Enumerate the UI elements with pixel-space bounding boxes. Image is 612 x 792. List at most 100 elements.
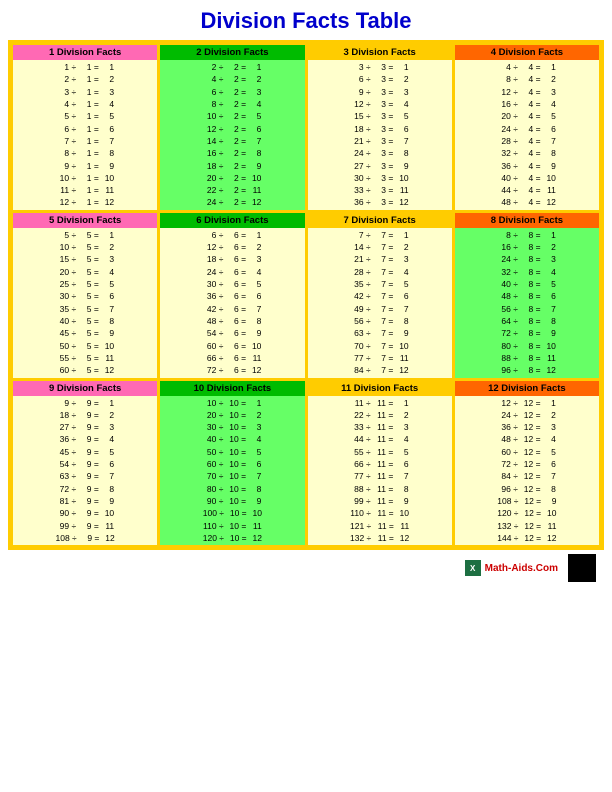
table-row: 48 ÷ 6 = 8	[162, 315, 302, 327]
table-row: 108 ÷ 9 = 12	[15, 532, 155, 544]
table-row: 25 ÷ 5 = 5	[15, 278, 155, 290]
section-body-s7: 7 ÷ 7 = 114 ÷ 7 = 221 ÷ 7 = 328 ÷ 7 = 43…	[308, 228, 452, 378]
section-s4: 4 Division Facts4 ÷ 4 = 18 ÷ 4 = 212 ÷ 4…	[455, 45, 599, 210]
table-row: 120 ÷ 10 = 12	[162, 532, 302, 544]
table-row: 77 ÷ 11 = 7	[310, 470, 450, 482]
table-row: 10 ÷ 5 = 2	[15, 241, 155, 253]
table-row: 54 ÷ 6 = 9	[162, 327, 302, 339]
table-row: 18 ÷ 2 = 9	[162, 160, 302, 172]
section-body-s12: 12 ÷ 12 = 124 ÷ 12 = 236 ÷ 12 = 348 ÷ 12…	[455, 396, 599, 546]
table-row: 30 ÷ 10 = 3	[162, 421, 302, 433]
table-row: 63 ÷ 7 = 9	[310, 327, 450, 339]
table-row: 132 ÷ 12 = 11	[457, 520, 597, 532]
table-row: 24 ÷ 6 = 4	[162, 266, 302, 278]
table-row: 27 ÷ 9 = 3	[15, 421, 155, 433]
section-body-s10: 10 ÷ 10 = 120 ÷ 10 = 230 ÷ 10 = 340 ÷ 10…	[160, 396, 304, 546]
table-row: 22 ÷ 2 = 11	[162, 184, 302, 196]
facts-grid: 1 Division Facts1 ÷ 1 = 12 ÷ 1 = 23 ÷ 1 …	[13, 45, 599, 545]
table-row: 72 ÷ 8 = 9	[457, 327, 597, 339]
table-row: 49 ÷ 7 = 7	[310, 303, 450, 315]
table-row: 1 ÷ 1 = 1	[15, 61, 155, 73]
table-row: 15 ÷ 5 = 3	[15, 253, 155, 265]
table-row: 24 ÷ 12 = 2	[457, 409, 597, 421]
table-row: 24 ÷ 4 = 6	[457, 123, 597, 135]
table-row: 60 ÷ 12 = 5	[457, 446, 597, 458]
footer-site: Math-Aids.Com	[485, 563, 558, 574]
section-s10: 10 Division Facts10 ÷ 10 = 120 ÷ 10 = 23…	[160, 381, 304, 546]
table-row: 10 ÷ 2 = 5	[162, 110, 302, 122]
table-row: 90 ÷ 10 = 9	[162, 495, 302, 507]
table-row: 60 ÷ 10 = 6	[162, 458, 302, 470]
table-row: 12 ÷ 2 = 6	[162, 123, 302, 135]
table-row: 4 ÷ 4 = 1	[457, 61, 597, 73]
table-row: 21 ÷ 7 = 3	[310, 253, 450, 265]
page-title: Division Facts Table	[200, 8, 411, 34]
table-row: 33 ÷ 11 = 3	[310, 421, 450, 433]
section-s11: 11 Division Facts11 ÷ 11 = 122 ÷ 11 = 23…	[308, 381, 452, 546]
table-row: 40 ÷ 8 = 5	[457, 278, 597, 290]
table-row: 110 ÷ 11 = 10	[310, 507, 450, 519]
section-header-s1: 1 Division Facts	[13, 45, 157, 60]
section-header-s7: 7 Division Facts	[308, 213, 452, 228]
table-row: 12 ÷ 6 = 2	[162, 241, 302, 253]
section-body-s2: 2 ÷ 2 = 14 ÷ 2 = 26 ÷ 2 = 38 ÷ 2 = 410 ÷…	[160, 60, 304, 210]
table-row: 9 ÷ 9 = 1	[15, 397, 155, 409]
table-row: 36 ÷ 3 = 12	[310, 196, 450, 208]
table-row: 81 ÷ 9 = 9	[15, 495, 155, 507]
table-row: 40 ÷ 10 = 4	[162, 433, 302, 445]
table-row: 12 ÷ 12 = 1	[457, 397, 597, 409]
section-header-s6: 6 Division Facts	[160, 213, 304, 228]
table-row: 28 ÷ 4 = 7	[457, 135, 597, 147]
qr-code	[568, 554, 596, 582]
table-row: 14 ÷ 2 = 7	[162, 135, 302, 147]
table-row: 3 ÷ 1 = 3	[15, 86, 155, 98]
table-row: 15 ÷ 3 = 5	[310, 110, 450, 122]
table-row: 2 ÷ 2 = 1	[162, 61, 302, 73]
table-row: 6 ÷ 2 = 3	[162, 86, 302, 98]
section-s8: 8 Division Facts8 ÷ 8 = 116 ÷ 8 = 224 ÷ …	[455, 213, 599, 378]
table-row: 20 ÷ 2 = 10	[162, 172, 302, 184]
section-s12: 12 Division Facts12 ÷ 12 = 124 ÷ 12 = 23…	[455, 381, 599, 546]
table-row: 84 ÷ 7 = 12	[310, 364, 450, 376]
section-s2: 2 Division Facts2 ÷ 2 = 14 ÷ 2 = 26 ÷ 2 …	[160, 45, 304, 210]
table-row: 30 ÷ 5 = 6	[15, 290, 155, 302]
table-row: 32 ÷ 4 = 8	[457, 147, 597, 159]
table-row: 36 ÷ 9 = 4	[15, 433, 155, 445]
table-row: 11 ÷ 1 = 11	[15, 184, 155, 196]
table-row: 12 ÷ 3 = 4	[310, 98, 450, 110]
table-row: 8 ÷ 4 = 2	[457, 73, 597, 85]
table-row: 96 ÷ 8 = 12	[457, 364, 597, 376]
table-row: 18 ÷ 6 = 3	[162, 253, 302, 265]
table-row: 7 ÷ 7 = 1	[310, 229, 450, 241]
table-row: 48 ÷ 12 = 4	[457, 433, 597, 445]
table-row: 8 ÷ 2 = 4	[162, 98, 302, 110]
table-row: 66 ÷ 6 = 11	[162, 352, 302, 364]
table-row: 12 ÷ 4 = 3	[457, 86, 597, 98]
section-header-s3: 3 Division Facts	[308, 45, 452, 60]
table-row: 45 ÷ 5 = 9	[15, 327, 155, 339]
table-row: 99 ÷ 11 = 9	[310, 495, 450, 507]
table-row: 27 ÷ 3 = 9	[310, 160, 450, 172]
table-row: 132 ÷ 11 = 12	[310, 532, 450, 544]
table-row: 88 ÷ 8 = 11	[457, 352, 597, 364]
section-header-s5: 5 Division Facts	[13, 213, 157, 228]
table-row: 7 ÷ 1 = 7	[15, 135, 155, 147]
table-row: 12 ÷ 1 = 12	[15, 196, 155, 208]
table-row: 144 ÷ 12 = 12	[457, 532, 597, 544]
section-body-s4: 4 ÷ 4 = 18 ÷ 4 = 212 ÷ 4 = 316 ÷ 4 = 420…	[455, 60, 599, 210]
section-s3: 3 Division Facts3 ÷ 3 = 16 ÷ 3 = 29 ÷ 3 …	[308, 45, 452, 210]
table-row: 110 ÷ 10 = 11	[162, 520, 302, 532]
table-row: 121 ÷ 11 = 11	[310, 520, 450, 532]
table-row: 35 ÷ 7 = 5	[310, 278, 450, 290]
table-row: 42 ÷ 7 = 6	[310, 290, 450, 302]
table-container: 1 Division Facts1 ÷ 1 = 12 ÷ 1 = 23 ÷ 1 …	[8, 40, 604, 550]
table-row: 14 ÷ 7 = 2	[310, 241, 450, 253]
table-row: 60 ÷ 6 = 10	[162, 340, 302, 352]
table-row: 48 ÷ 4 = 12	[457, 196, 597, 208]
table-row: 4 ÷ 2 = 2	[162, 73, 302, 85]
section-body-s11: 11 ÷ 11 = 122 ÷ 11 = 233 ÷ 11 = 344 ÷ 11…	[308, 396, 452, 546]
section-body-s8: 8 ÷ 8 = 116 ÷ 8 = 224 ÷ 8 = 332 ÷ 8 = 44…	[455, 228, 599, 378]
table-row: 56 ÷ 7 = 8	[310, 315, 450, 327]
table-row: 30 ÷ 6 = 5	[162, 278, 302, 290]
section-header-s2: 2 Division Facts	[160, 45, 304, 60]
